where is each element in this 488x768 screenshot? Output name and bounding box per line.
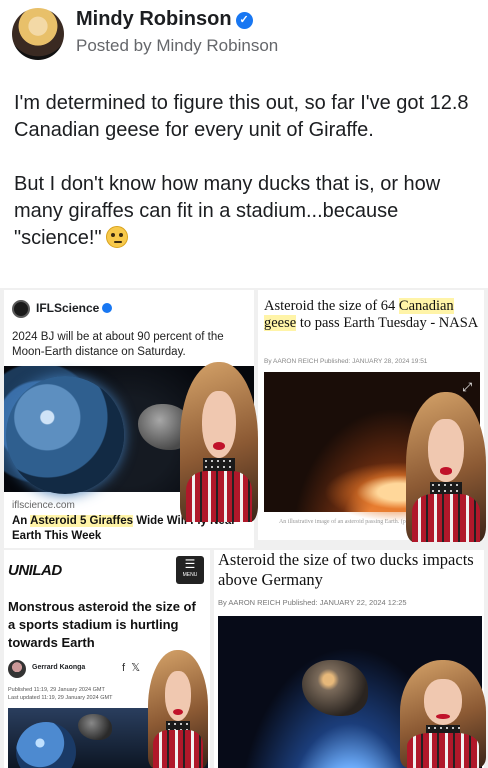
unilad-author: Gerrard Kaonga xyxy=(32,664,86,671)
unilad-dates: Published 11:19, 29 January 2024 GMT Las… xyxy=(8,686,112,702)
ducks-headline: Asteroid the size of two ducks impacts a… xyxy=(218,550,474,589)
thinking-face-emoji-icon xyxy=(105,226,128,248)
ducks-byline: By AARON REICH Published: JANUARY 22, 20… xyxy=(218,598,407,607)
geese-byline: By AARON REICH Published: JANUARY 28, 20… xyxy=(264,358,428,365)
post-paragraph-2-wrapper: But I don't know how many ducks that is,… xyxy=(14,171,474,252)
post-paragraph-1: I'm determined to figure this out, so fa… xyxy=(14,92,469,141)
menu-bars-icon: ☰ xyxy=(184,557,196,571)
overlay-portrait xyxy=(400,660,486,768)
iflscience-logo-icon xyxy=(12,300,30,318)
x-icon: 𝕏 xyxy=(131,662,141,674)
iflscience-description: 2024 BJ will be at about 90 percent of t… xyxy=(12,331,224,358)
overlay-portrait xyxy=(180,362,258,522)
iflscience-name-row: IFLScience xyxy=(36,301,113,315)
menu-label: MENU xyxy=(182,572,198,578)
headline-highlight: Asteroid 5 Giraffes xyxy=(30,515,134,527)
asteroid-graphic xyxy=(302,660,368,716)
iflscience-domain: iflscience.com xyxy=(12,500,75,511)
unilad-updated: Last updated 11:19, 29 January 2024 GMT xyxy=(8,695,113,701)
earth-graphic xyxy=(16,722,76,768)
facebook-icon: f xyxy=(122,662,126,674)
posted-by-label: Posted by Mindy Robinson xyxy=(76,36,279,55)
image-collage[interactable]: IFLScience 2024 BJ will be at about 90 p… xyxy=(0,288,488,768)
author-name[interactable]: Mindy Robinson xyxy=(76,8,232,30)
earth-graphic xyxy=(6,376,124,494)
unilad-published: Published 11:19, 29 January 2024 GMT xyxy=(8,687,105,693)
headline-pre: An xyxy=(12,515,31,527)
overlay-portrait xyxy=(406,392,486,542)
iflscience-name: IFLScience xyxy=(36,301,100,315)
geese-headline: Asteroid the size of 64 Canadian geese t… xyxy=(264,298,480,332)
overlay-portrait xyxy=(148,650,208,768)
author-name-row[interactable]: Mindy Robinson ✓ xyxy=(76,8,253,31)
unilad-headline: Monstrous asteroid the size of a sports … xyxy=(8,599,196,650)
share-icons: f 𝕏 xyxy=(122,661,140,674)
hamburger-menu-icon: ☰ MENU xyxy=(176,556,204,584)
verified-badge-icon xyxy=(102,303,113,313)
geese-headline-pre: Asteroid the size of 64 xyxy=(264,298,399,314)
geese-headline-post: to pass Earth Tuesday - NASA xyxy=(296,315,479,331)
verified-badge-icon: ✓ xyxy=(235,12,253,29)
author-avatar xyxy=(8,660,26,678)
author-avatar[interactable] xyxy=(12,8,64,60)
post-text: I'm determined to figure this out, so fa… xyxy=(14,90,474,279)
unilad-logo: UNILAD xyxy=(8,562,62,579)
asteroid-graphic xyxy=(78,714,112,740)
post-paragraph-2: But I don't know how many ducks that is,… xyxy=(14,173,441,249)
post-header: Mindy Robinson ✓ Posted by Mindy Robinson xyxy=(0,0,488,70)
